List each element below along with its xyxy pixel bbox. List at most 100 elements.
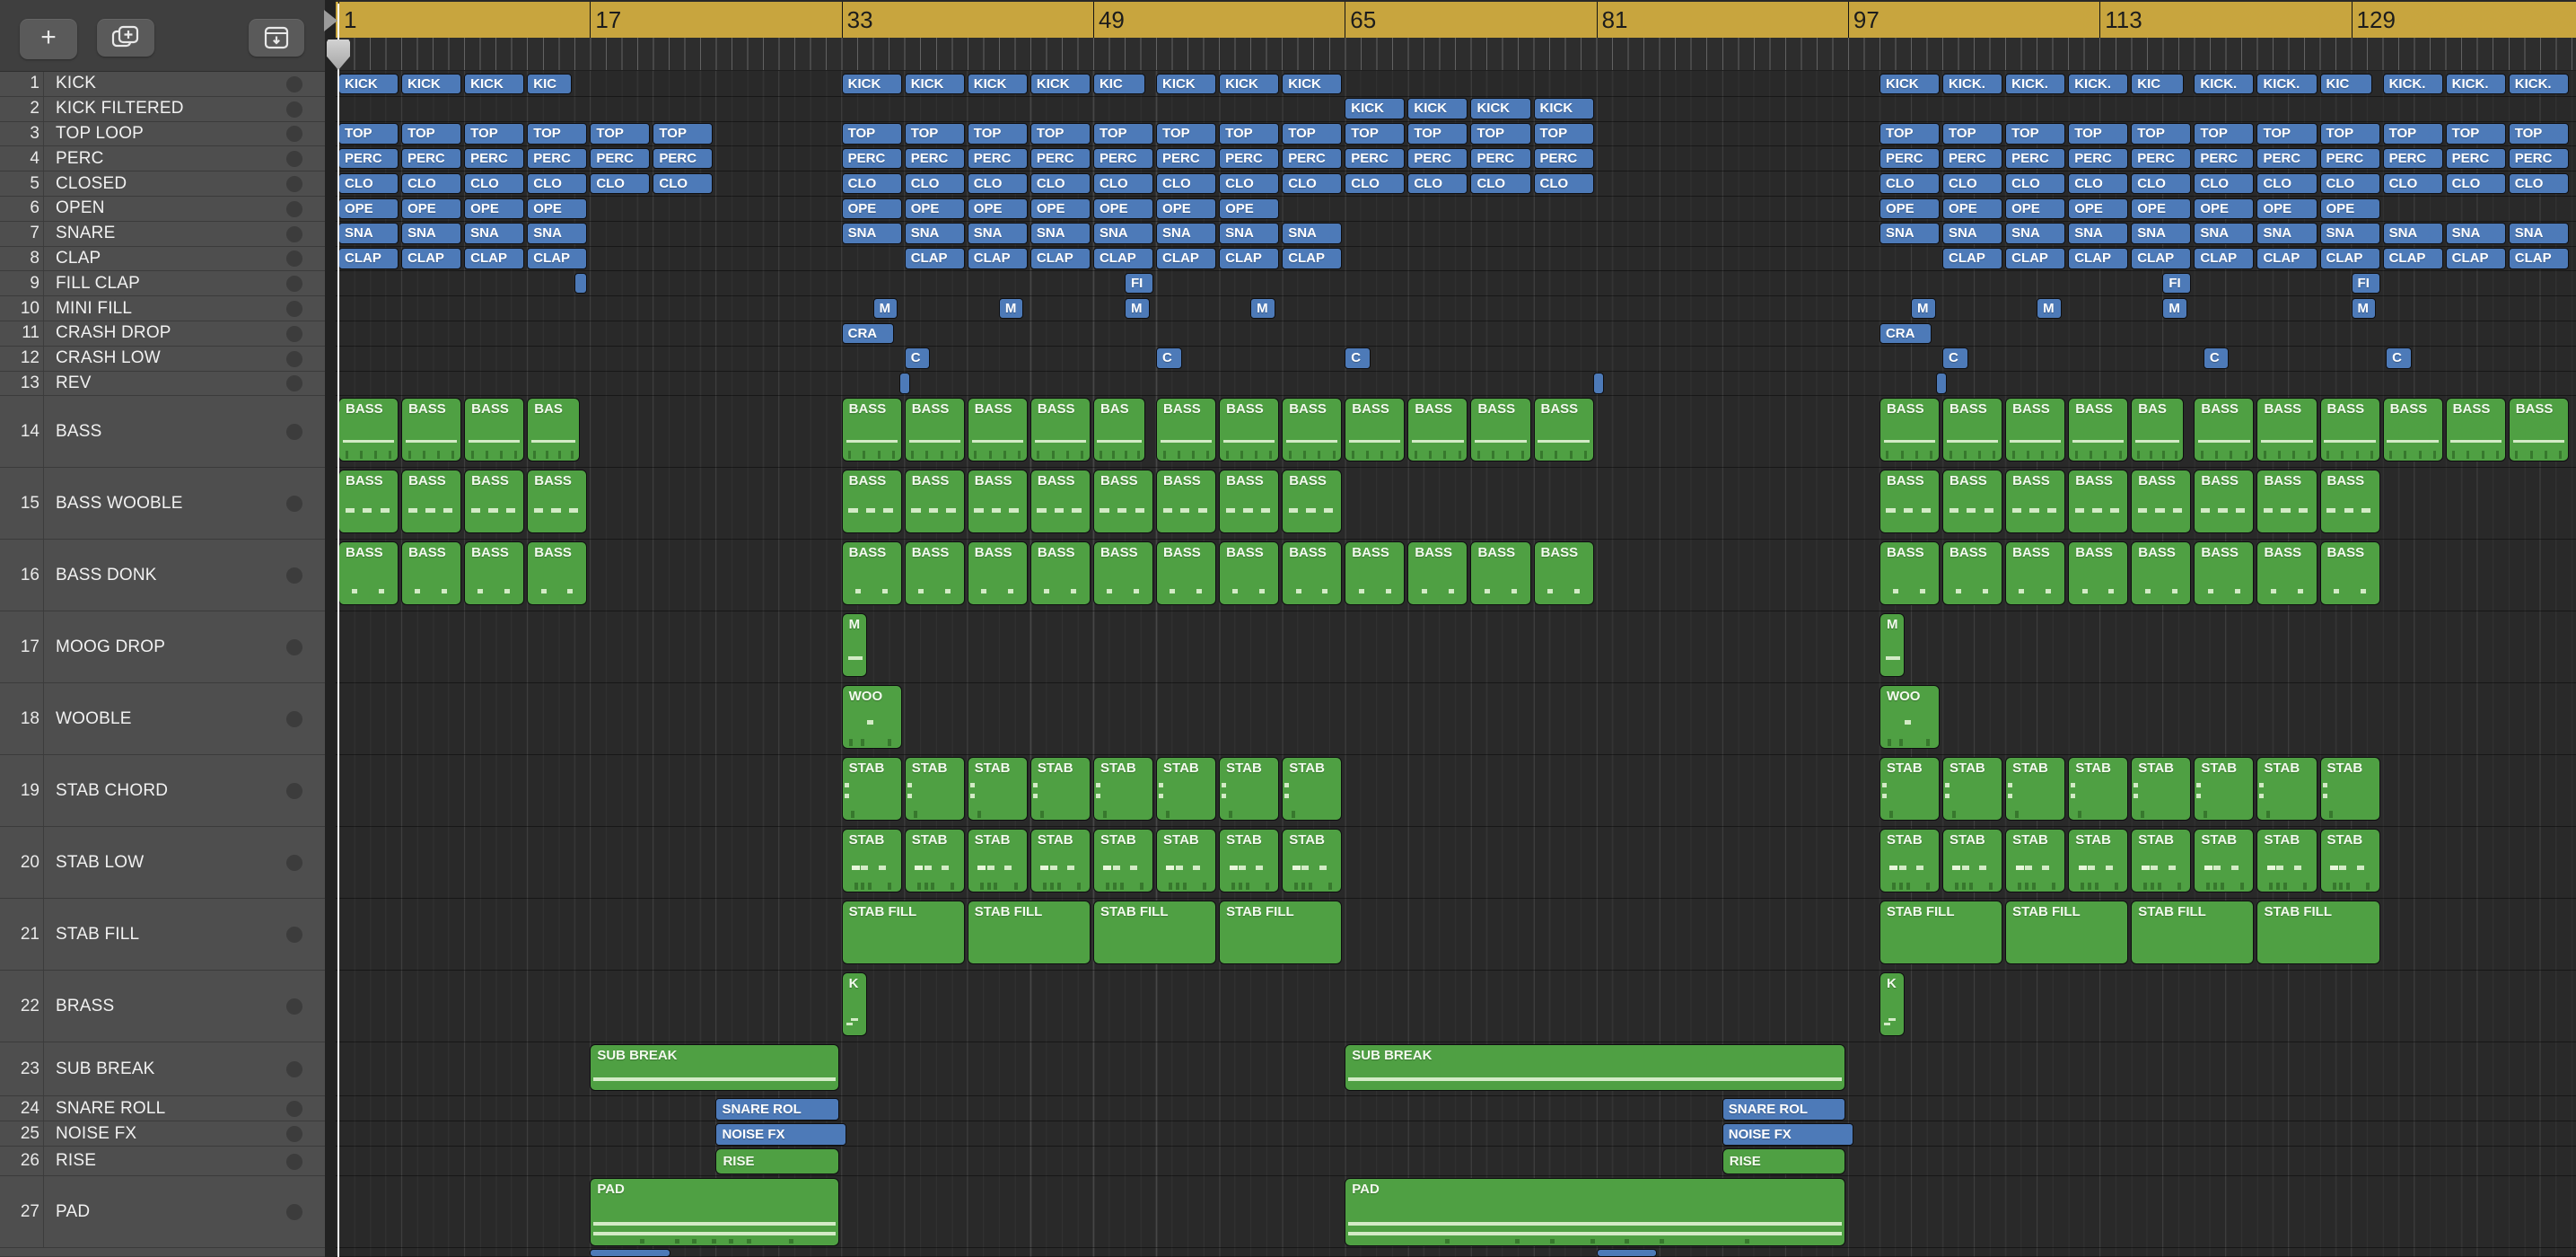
- region-bass-donk[interactable]: BASS: [2005, 541, 2066, 606]
- region-clap[interactable]: CLAP: [2508, 248, 2569, 269]
- region-kick[interactable]: KICK.: [2508, 73, 2569, 94]
- region-top-loop[interactable]: TOP: [464, 123, 525, 145]
- region-closed[interactable]: CLO: [2194, 172, 2255, 195]
- region-snare[interactable]: SNA: [2068, 223, 2129, 244]
- track-mute-dot[interactable]: [286, 1153, 302, 1170]
- region-fill-clap[interactable]: [574, 272, 588, 294]
- region-clap[interactable]: CLAP: [1282, 248, 1343, 269]
- region-closed[interactable]: CLO: [1470, 172, 1531, 195]
- region-snare[interactable]: SNA: [2194, 223, 2255, 244]
- region-bass-donk[interactable]: BASS: [338, 541, 399, 606]
- region-top-loop[interactable]: TOP: [401, 123, 462, 145]
- region-perc[interactable]: PERC: [1533, 147, 1594, 170]
- region-open[interactable]: OPE: [2131, 198, 2192, 219]
- region-closed[interactable]: CLO: [2508, 172, 2569, 195]
- track-header-closed[interactable]: 5 CLOSED: [0, 171, 325, 197]
- track-mute-dot[interactable]: [286, 855, 302, 872]
- track-header-moog-drop[interactable]: 17 MOOG DROP: [0, 611, 325, 684]
- region-sub-break[interactable]: SUB BREAK: [1345, 1044, 1845, 1092]
- region-top-loop[interactable]: TOP: [1345, 123, 1406, 145]
- region-top-loop[interactable]: TOP: [967, 123, 1028, 145]
- region-stab-low[interactable]: STAB: [2131, 829, 2192, 893]
- region-bass[interactable]: BASS: [1156, 398, 1217, 462]
- track-header-bass-donk[interactable]: 16 BASS DONK: [0, 540, 325, 612]
- region-open[interactable]: OPE: [2068, 198, 2129, 219]
- region-bass-wooble[interactable]: BASS: [1282, 470, 1343, 534]
- track-header-kick-filtered[interactable]: 2 KICK FILTERED: [0, 96, 325, 122]
- track-mute-dot[interactable]: [286, 225, 302, 242]
- region-region[interactable]: [1596, 1249, 1657, 1257]
- region-top-loop[interactable]: TOP: [904, 123, 965, 145]
- region-top-loop[interactable]: TOP: [1533, 123, 1594, 145]
- region-brass[interactable]: K: [1879, 972, 1906, 1037]
- region-clap[interactable]: CLAP: [2194, 248, 2255, 269]
- region-bass[interactable]: BASS: [1879, 398, 1941, 462]
- track-header-crash-drop[interactable]: 11 CRASH DROP: [0, 321, 325, 347]
- region-clap[interactable]: CLAP: [401, 248, 462, 269]
- region-fill-clap[interactable]: FI: [2351, 272, 2380, 294]
- region-stab-chord[interactable]: STAB: [1156, 757, 1217, 822]
- region-stab-low[interactable]: STAB: [904, 829, 965, 893]
- region-kick[interactable]: KICK: [1219, 73, 1280, 94]
- region-bass-wooble[interactable]: BASS: [2319, 470, 2380, 534]
- region-stab-low[interactable]: STAB: [2005, 829, 2066, 893]
- region-perc[interactable]: PERC: [527, 147, 588, 170]
- track-header-kick[interactable]: 1 KICK: [0, 72, 325, 97]
- track-lane-fill-clap[interactable]: [336, 271, 2576, 297]
- track-header-rev[interactable]: 13 REV: [0, 371, 325, 397]
- region-perc[interactable]: PERC: [401, 147, 462, 170]
- region-snare[interactable]: SNA: [967, 223, 1028, 244]
- region-snare[interactable]: SNA: [2382, 223, 2443, 244]
- region-mini-fill[interactable]: M: [1250, 297, 1275, 320]
- region-closed[interactable]: CLO: [2005, 172, 2066, 195]
- track-header-perc[interactable]: 4 PERC: [0, 146, 325, 172]
- region-stab-low[interactable]: STAB: [1092, 829, 1154, 893]
- region-open[interactable]: OPE: [464, 198, 525, 219]
- region-closed[interactable]: CLO: [1407, 172, 1468, 195]
- region-noise-fx[interactable]: NOISE FX: [1722, 1122, 1853, 1146]
- track-lane-rev[interactable]: [336, 372, 2576, 397]
- region-open[interactable]: OPE: [2005, 198, 2066, 219]
- region-bass-donk[interactable]: BASS: [904, 541, 965, 606]
- region-clap[interactable]: CLAP: [464, 248, 525, 269]
- region-bass[interactable]: BASS: [401, 398, 462, 462]
- region-crash-drop[interactable]: CRA: [1879, 322, 1932, 344]
- region-open[interactable]: OPE: [904, 198, 965, 219]
- region-stab-low[interactable]: STAB: [841, 829, 902, 893]
- track-mute-dot[interactable]: [286, 101, 302, 118]
- region-perc[interactable]: PERC: [590, 147, 651, 170]
- region-crash-drop[interactable]: CRA: [841, 322, 894, 344]
- region-brass[interactable]: K: [841, 972, 868, 1037]
- region-clap[interactable]: CLAP: [527, 248, 588, 269]
- region-perc[interactable]: PERC: [2508, 147, 2569, 170]
- region-stab-fill[interactable]: STAB FILL: [2005, 901, 2129, 965]
- region-perc[interactable]: PERC: [1407, 147, 1468, 170]
- region-bass[interactable]: BASS: [2319, 398, 2380, 462]
- track-mute-dot[interactable]: [286, 75, 302, 92]
- region-perc[interactable]: PERC: [2194, 147, 2255, 170]
- region-bass-donk[interactable]: BASS: [2194, 541, 2255, 606]
- track-header-stab-low[interactable]: 20 STAB LOW: [0, 827, 325, 900]
- track-lane-noise-fx[interactable]: [336, 1121, 2576, 1147]
- region-clap[interactable]: CLAP: [2005, 248, 2066, 269]
- region-closed[interactable]: CLO: [1156, 172, 1217, 195]
- region-stab-low[interactable]: STAB: [2319, 829, 2380, 893]
- region-closed[interactable]: CLO: [401, 172, 462, 195]
- region-kick-filtered[interactable]: KICK: [1470, 98, 1531, 119]
- track-header-bass[interactable]: 14 BASS: [0, 396, 325, 469]
- region-kick[interactable]: KICK.: [2382, 73, 2443, 94]
- region-stab-fill[interactable]: STAB FILL: [1879, 901, 2003, 965]
- region-snare[interactable]: SNA: [401, 223, 462, 244]
- region-perc[interactable]: PERC: [2131, 147, 2192, 170]
- region-bass-donk[interactable]: BASS: [967, 541, 1028, 606]
- region-top-loop[interactable]: TOP: [1879, 123, 1941, 145]
- region-bass-donk[interactable]: BASS: [1345, 541, 1406, 606]
- region-top-loop[interactable]: TOP: [2382, 123, 2443, 145]
- region-stab-fill[interactable]: STAB FILL: [1219, 901, 1343, 965]
- region-stab-chord[interactable]: STAB: [2256, 757, 2318, 822]
- region-bass-wooble[interactable]: BASS: [1156, 470, 1217, 534]
- region-perc[interactable]: PERC: [2382, 147, 2443, 170]
- region-perc[interactable]: PERC: [464, 147, 525, 170]
- region-stab-low[interactable]: STAB: [2256, 829, 2318, 893]
- track-mute-dot[interactable]: [286, 350, 302, 367]
